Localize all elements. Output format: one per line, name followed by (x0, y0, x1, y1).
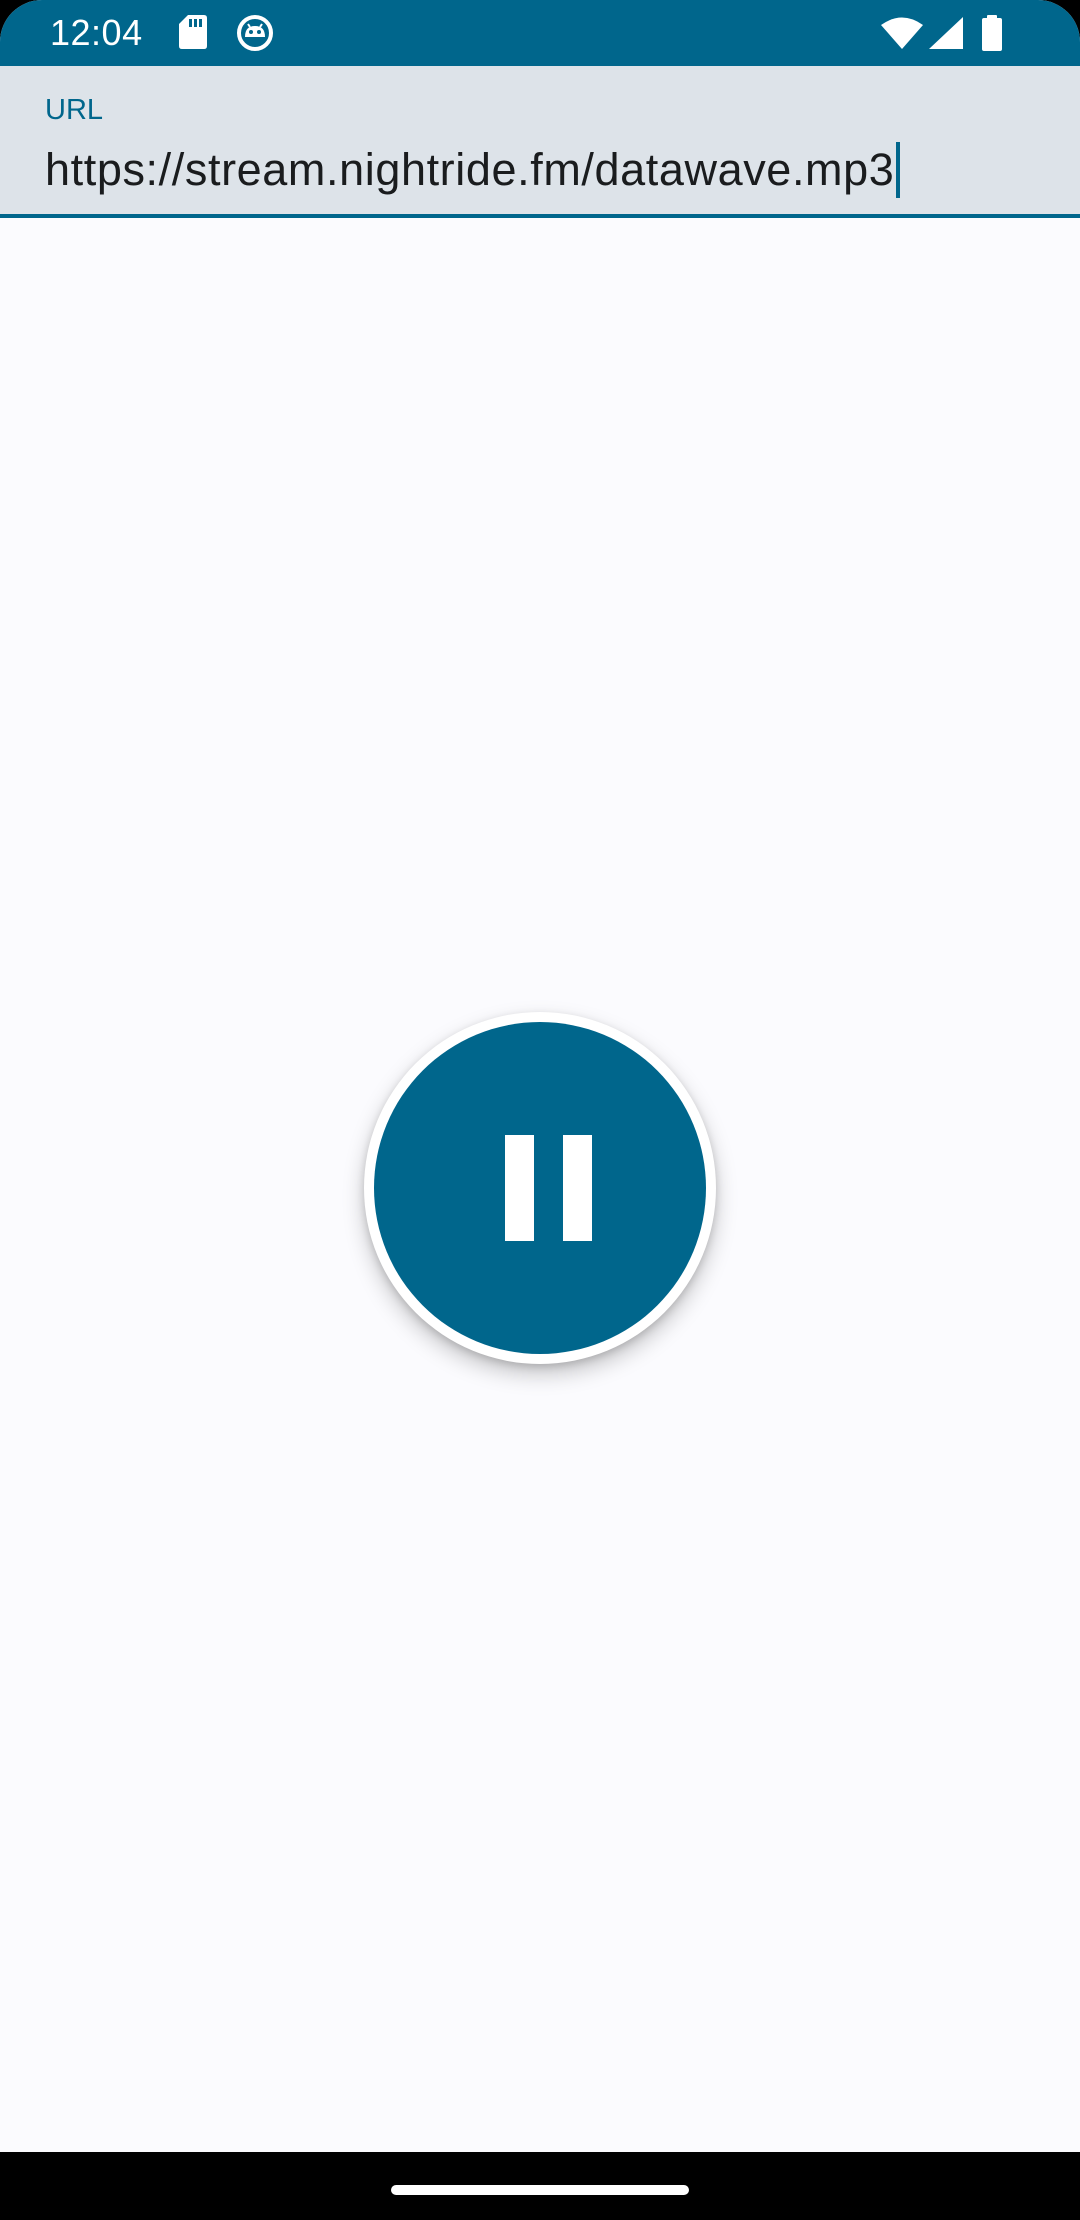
app-screen: 12:04 URL https://stream.nightride.fm/da… (0, 0, 1080, 2220)
cellular-signal-icon (929, 17, 963, 49)
pause-icon (505, 1135, 592, 1241)
battery-icon (982, 15, 1002, 51)
status-time: 12:04 (50, 12, 143, 53)
url-input[interactable]: https://stream.nightride.fm/datawave.mp3 (45, 140, 901, 200)
url-field-label: URL (45, 94, 104, 126)
home-gesture-handle[interactable] (391, 2185, 689, 2195)
wifi-icon (881, 17, 923, 49)
play-pause-button-fill[interactable] (374, 1022, 706, 1354)
sd-card-icon (179, 15, 207, 49)
url-field[interactable]: URL https://stream.nightride.fm/datawave… (0, 66, 1080, 218)
pause-icon-bar-right (563, 1135, 592, 1241)
text-cursor (896, 142, 901, 198)
status-bar: 12:04 (0, 0, 1080, 66)
play-pause-button[interactable] (364, 1012, 716, 1364)
android-debug-icon (237, 15, 273, 51)
pause-icon-bar-left (505, 1135, 534, 1241)
navigation-bar (0, 2152, 1080, 2220)
url-input-value[interactable]: https://stream.nightride.fm/datawave.mp3 (45, 142, 894, 198)
